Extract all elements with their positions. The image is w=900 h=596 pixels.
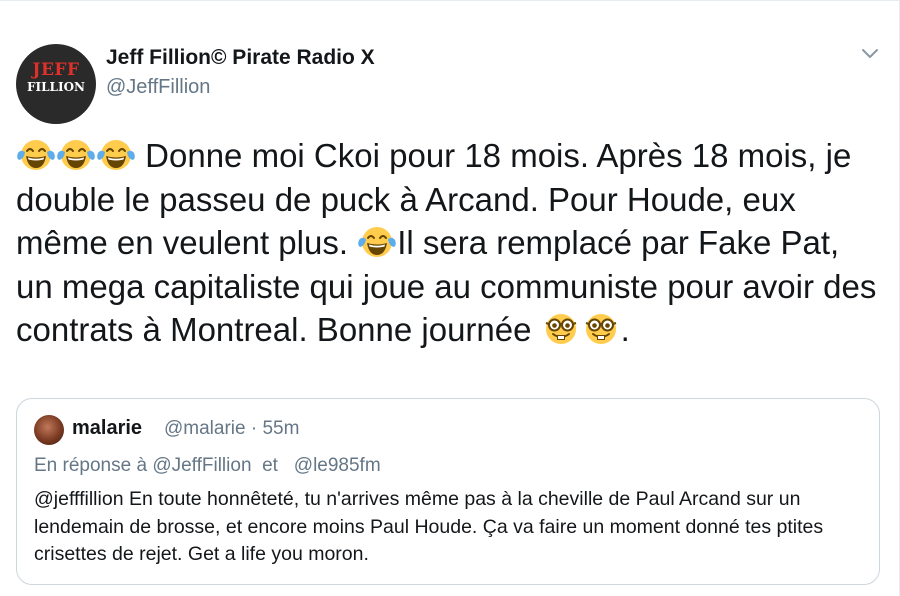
reply-and: et: [262, 455, 278, 476]
reply-user-link[interactable]: @le985fm: [294, 455, 381, 476]
top-divider: [0, 0, 900, 1]
author-name[interactable]: Jeff Fillion© Pirate Radio X: [106, 46, 375, 70]
chevron-down-icon[interactable]: [858, 45, 882, 63]
tweet-text: Donne moi Ckoi pour 18 mois. Après 18 mo…: [16, 134, 884, 352]
quoted-author-name[interactable]: malarie: [72, 417, 142, 440]
quoted-tweet-text: @jefffillion En toute honnêteté, tu n'ar…: [34, 488, 824, 565]
nerd-face-icon: [581, 311, 621, 347]
quoted-author-meta: @malarie · 55m: [164, 418, 300, 439]
avatar-logo-line1: JEFF: [32, 60, 80, 80]
face-with-tears-of-joy-icon: [357, 224, 397, 260]
quoted-tweet[interactable]: malarie @malarie · 55m En réponse à @Jef…: [16, 398, 880, 585]
author-handle[interactable]: @JeffFillion: [106, 76, 210, 99]
reply-prefix: En réponse à: [34, 455, 153, 476]
face-with-tears-of-joy-icon: [16, 137, 56, 173]
reply-context: En réponse à @JeffFillion et @le985fm: [34, 455, 381, 477]
nerd-face-icon: [541, 311, 581, 347]
face-with-tears-of-joy-icon: [96, 137, 136, 173]
reply-user-link[interactable]: @JeffFillion: [152, 455, 251, 476]
tweet-text-segment: .: [620, 311, 630, 348]
avatar[interactable]: JEFF FILLION: [16, 44, 96, 124]
face-with-tears-of-joy-icon: [56, 137, 96, 173]
avatar-logo-line2: FILLION: [26, 80, 86, 94]
quoted-avatar[interactable]: [34, 415, 64, 445]
